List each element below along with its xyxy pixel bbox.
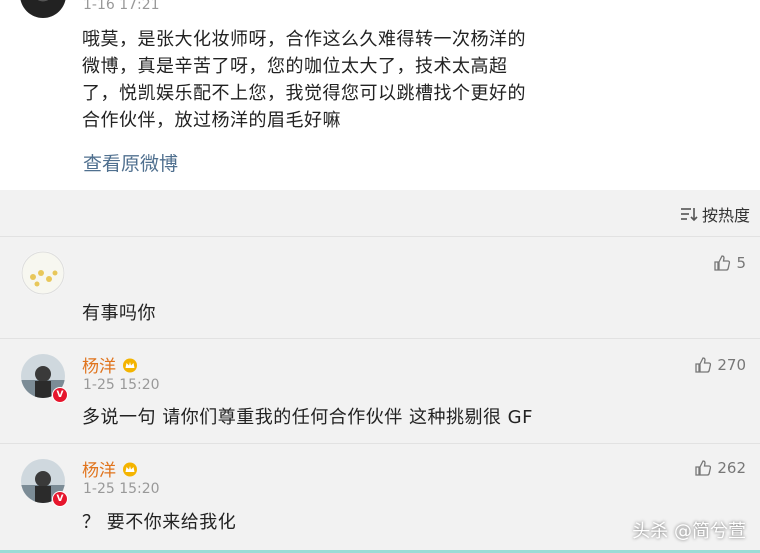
watermark: 头杀 @简兮萱 (632, 521, 746, 542)
post-author-avatar[interactable] (20, 0, 66, 18)
post-line: 微博，真是辛苦了呀，您的咖位太大了，技术太高超 (82, 56, 508, 77)
comment-sort-bar: 按热度 (0, 190, 760, 237)
like-count: 270 (717, 356, 746, 374)
like-count: 5 (736, 254, 746, 272)
post-line: 了，悦凯娱乐配不上您，我觉得您可以跳槽找个更好的 (82, 83, 526, 104)
sort-by-hot-button[interactable]: 按热度 (680, 202, 750, 226)
comment-text: 有事吗你 (82, 303, 156, 324)
crown-icon (121, 461, 139, 477)
commenter-name-text: 杨洋 (82, 357, 116, 377)
comment-text: ？ 要不你来给我化 (82, 512, 237, 533)
verified-badge-icon: V (52, 491, 68, 507)
comment-text: 多说一句 请你们尊重我的任何合作伙伴 这种挑剔很 GF (82, 407, 533, 428)
commenter-avatar[interactable] (21, 251, 65, 295)
post-line: 哦莫，是张大化妆师呀，合作这么久难得转一次杨洋的 (82, 29, 526, 50)
thumbs-up-icon (695, 357, 712, 373)
post-body: 哦莫，是张大化妆师呀，合作这么久难得转一次杨洋的 微博，真是辛苦了呀，您的咖位太… (82, 26, 562, 134)
commenter-name-text: 杨洋 (82, 461, 116, 481)
crown-icon (121, 357, 139, 373)
thumbs-up-icon (714, 255, 731, 271)
comment-item: V 杨洋 1-25 15:20 270 多说一句 请你们尊重我的任何合作伙伴 这… (0, 339, 760, 444)
post-line: 合作伙伴，放过杨洋的眉毛好嘛 (82, 110, 341, 131)
like-button[interactable]: 262 (694, 459, 746, 477)
thumbs-up-icon (695, 460, 712, 476)
like-count: 262 (717, 459, 746, 477)
comment-item: 5 有事吗你 (0, 237, 760, 339)
commenter-name[interactable]: 杨洋 (82, 456, 139, 481)
weibo-post: 1-16 17:21 哦莫，是张大化妆师呀，合作这么久难得转一次杨洋的 微博，真… (0, 0, 760, 190)
sort-icon (680, 206, 698, 222)
commenter-name[interactable]: 杨洋 (82, 352, 139, 377)
verified-badge-icon: V (52, 387, 68, 403)
post-timestamp: 1-16 17:21 (83, 0, 160, 13)
like-button[interactable]: 270 (694, 356, 746, 374)
view-original-link[interactable]: 查看原微博 (83, 149, 178, 176)
sort-label: 按热度 (701, 206, 750, 225)
comment-timestamp: 1-25 15:20 (83, 377, 160, 393)
comment-timestamp: 1-25 15:20 (83, 481, 160, 497)
like-button[interactable]: 5 (713, 254, 746, 272)
